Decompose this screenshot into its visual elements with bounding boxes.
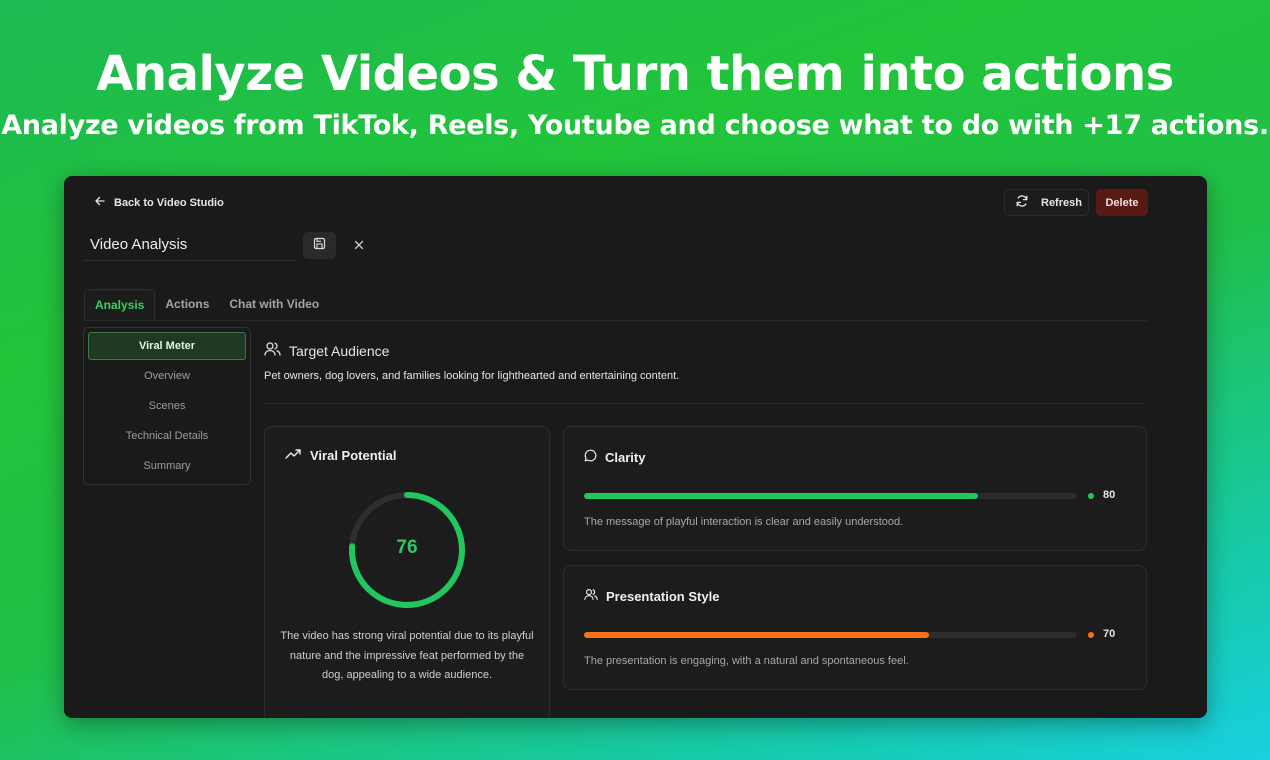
hero-subtitle: Analyze videos from TikTok, Reels, Youtu… [1, 110, 1269, 141]
arrow-left-icon [94, 195, 106, 210]
target-audience-title: Target Audience [289, 342, 390, 359]
refresh-button[interactable]: Refresh [1004, 189, 1089, 216]
target-audience-text: Pet owners, dog lovers, and families loo… [264, 370, 680, 382]
viral-score-gauge: 76 [347, 490, 467, 610]
viral-score-value: 76 [396, 537, 418, 558]
users-icon [264, 341, 281, 360]
clarity-title: Clarity [605, 449, 646, 465]
tab-bar: Analysis Actions Chat with Video [84, 289, 1147, 321]
side-item-viral-meter[interactable]: Viral Meter [88, 332, 246, 360]
users-icon [584, 588, 598, 604]
analysis-side-nav: Viral Meter Overview Scenes Technical De… [83, 327, 251, 485]
side-item-scenes[interactable]: Scenes [88, 392, 246, 420]
close-button[interactable] [350, 236, 368, 254]
viral-potential-heading: Viral Potential [285, 448, 396, 463]
refresh-label: Refresh [1041, 196, 1082, 209]
delete-button[interactable]: Delete [1096, 189, 1148, 216]
presentation-style-heading: Presentation Style [584, 588, 719, 604]
video-title-input[interactable]: Video Analysis [84, 233, 296, 261]
app-window: Back to Video Studio Refresh Delete Vide… [64, 176, 1207, 718]
presentation-style-bar [584, 632, 1077, 638]
side-item-technical-details[interactable]: Technical Details [88, 422, 246, 450]
tab-actions[interactable]: Actions [155, 289, 219, 320]
clarity-bar [584, 493, 1077, 499]
section-divider [264, 403, 1147, 404]
viral-potential-description: The video has strong viral potential due… [280, 630, 534, 681]
side-item-overview[interactable]: Overview [88, 362, 246, 390]
presentation-style-value: 70 [1103, 628, 1116, 640]
refresh-icon [1015, 194, 1029, 211]
side-item-summary[interactable]: Summary [88, 452, 246, 480]
presentation-style-bar-fill [584, 632, 930, 638]
clarity-heading: Clarity [584, 449, 645, 465]
clarity-card: Clarity 80 The message of playful intera… [563, 426, 1147, 551]
viral-potential-card: Viral Potential 76 The video has strong … [264, 426, 550, 718]
clarity-value: 80 [1103, 489, 1116, 501]
presentation-style-title: Presentation Style [606, 588, 720, 604]
close-icon [354, 237, 364, 253]
tab-chat-with-video[interactable]: Chat with Video [219, 289, 329, 320]
viral-potential-title: Viral Potential [310, 448, 397, 463]
clarity-description: The message of playful interaction is cl… [584, 516, 904, 528]
clarity-bar-fill [584, 493, 979, 499]
presentation-style-description: The presentation is engaging, with a nat… [584, 655, 909, 667]
back-link-label: Back to Video Studio [114, 196, 224, 209]
presentation-style-card: Presentation Style 70 The presentation i… [563, 565, 1147, 690]
save-icon [313, 237, 326, 255]
trending-up-icon [285, 448, 302, 463]
chat-bubble-icon [584, 449, 597, 465]
back-link[interactable]: Back to Video Studio [94, 195, 224, 210]
presentation-style-dot [1088, 632, 1094, 638]
save-button[interactable] [303, 232, 336, 259]
hero-title: Analyze Videos & Turn them into actions [96, 46, 1174, 102]
tab-analysis[interactable]: Analysis [84, 289, 156, 320]
target-audience-heading: Target Audience [264, 341, 389, 360]
clarity-dot [1088, 493, 1094, 499]
